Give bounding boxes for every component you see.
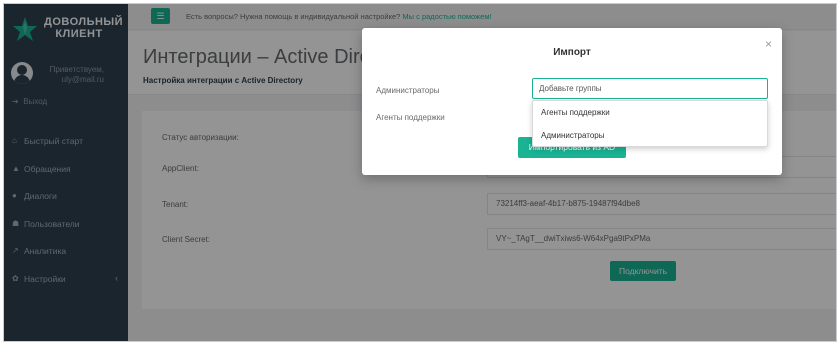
modal-title: Импорт — [553, 47, 591, 58]
admins-label: Администраторы — [376, 86, 440, 95]
dropdown-option-admins[interactable]: Администраторы — [533, 124, 767, 147]
agents-label: Агенты поддержки — [376, 113, 445, 122]
groups-dropdown: Агенты поддержки Администраторы — [532, 100, 768, 147]
groups-input[interactable]: Добавьте группы — [532, 78, 768, 99]
import-modal: × Импорт Администраторы Агенты поддержки… — [362, 28, 782, 175]
dropdown-option-agents[interactable]: Агенты поддержки — [533, 101, 767, 124]
app-window: ДОВОЛЬНЫЙ КЛИЕНТ Приветствуем, uly@mail.… — [3, 3, 837, 342]
